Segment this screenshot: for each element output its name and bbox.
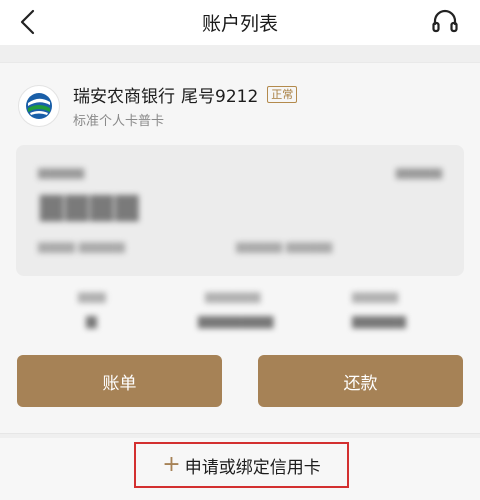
blurred-value: ▆▆▆▆▆ — [352, 313, 406, 329]
blurred-value: ▆▆▆▆▆▆▆ — [198, 313, 274, 329]
bank-logo — [18, 85, 60, 127]
apply-credit-card-button[interactable]: + 申请或绑定信用卡 — [134, 442, 349, 488]
bill-button[interactable]: 账单 — [17, 355, 222, 407]
card-tail-number: 尾号9212 — [181, 87, 259, 107]
account-card: 瑞安农商银行 尾号9212 正常 标准个人卡普卡 ▆▆▆▆▆ ▆▆▆▆▆ ▆▆▆… — [0, 62, 480, 434]
balance-panel: ▆▆▆▆▆ ▆▆▆▆▆ ▆▆▆▆ ▆▆▆▆ ▆▆▆▆▆ ▆▆▆▆▆ ▆▆▆▆▆ — [16, 145, 464, 276]
blurred-label: ▆▆▆▆▆ — [395, 165, 442, 179]
top-nav-bar: 账户列表 — [0, 0, 480, 45]
blurred-label: ▆▆▆▆▆ — [38, 165, 85, 179]
bank-name: 瑞安农商银行 — [73, 87, 175, 107]
card-type: 标准个人卡普卡 — [73, 114, 165, 129]
status-badge: 正常 — [267, 86, 298, 103]
blurred-text: ▆▆▆▆ ▆▆▆▆▆ — [38, 239, 125, 253]
blurred-balance: ▆▆▆▆ — [40, 187, 141, 222]
page-title: 账户列表 — [201, 13, 278, 35]
account-title: 瑞安农商银行 尾号9212 正常 — [73, 82, 298, 107]
plus-icon: + — [162, 452, 181, 477]
bank-logo-icon — [26, 93, 52, 119]
blurred-label: ▆▆▆▆▆▆ — [205, 289, 261, 303]
back-button[interactable] — [12, 6, 44, 38]
footer-bar: + 申请或绑定信用卡 — [0, 438, 480, 500]
blurred-label: ▆▆▆ — [78, 289, 106, 303]
headset-icon — [432, 9, 458, 33]
blurred-label: ▆▆▆▆▆ — [352, 289, 399, 303]
repay-button[interactable]: 还款 — [258, 355, 463, 407]
apply-credit-card-label: 申请或绑定信用卡 — [184, 457, 321, 478]
blurred-value: ▆ — [86, 313, 97, 329]
blurred-text: ▆▆▆▆▆ ▆▆▆▆▆ — [236, 239, 333, 253]
customer-service-button[interactable] — [428, 6, 462, 38]
chevron-left-icon — [20, 9, 35, 35]
